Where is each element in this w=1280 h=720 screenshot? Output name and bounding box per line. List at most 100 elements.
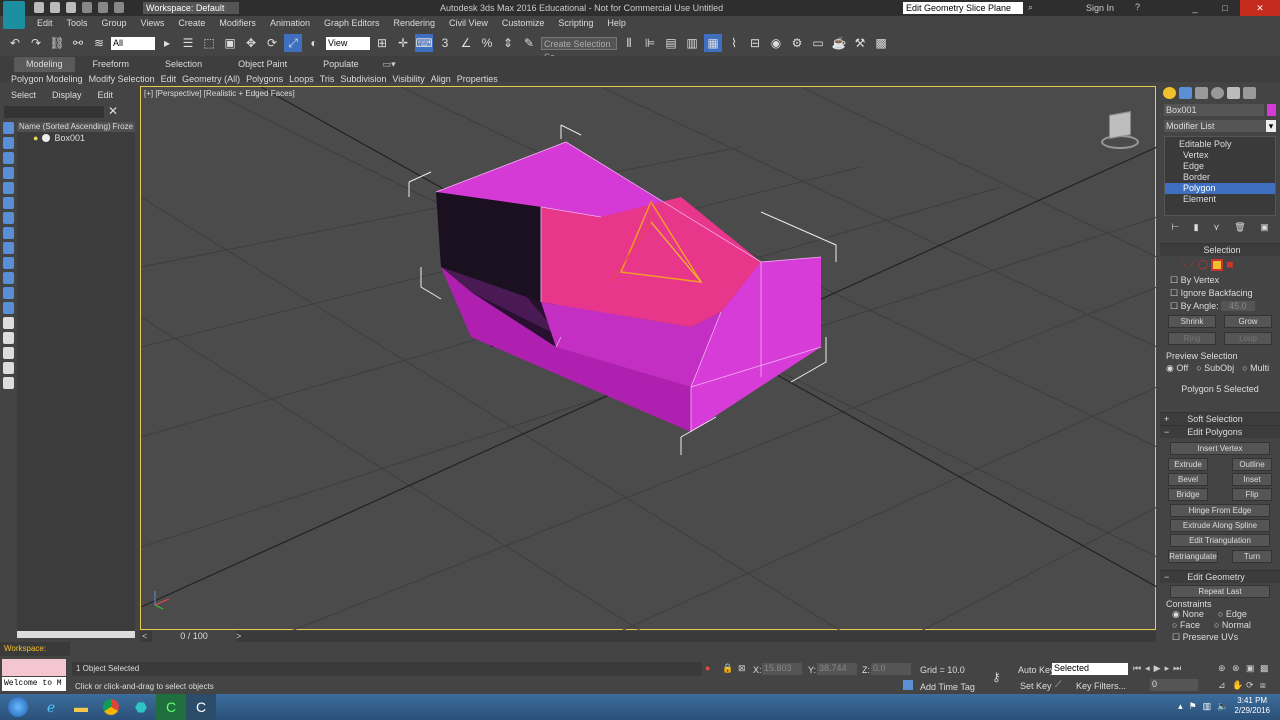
loop-button[interactable]: Loop <box>1224 332 1272 345</box>
filter-none-icon[interactable] <box>3 317 14 329</box>
file-explorer-icon[interactable]: ▬ <box>66 694 96 720</box>
stack-item-edge[interactable]: Edge <box>1165 161 1275 172</box>
network-icon[interactable]: ▥ <box>1203 701 1212 712</box>
filter-geometry-icon[interactable] <box>3 122 14 134</box>
minimize-button[interactable]: _ <box>1180 0 1210 16</box>
ribbon-geometry-all[interactable]: Geometry (All) <box>182 74 240 84</box>
bevel-button[interactable]: Bevel <box>1168 473 1208 486</box>
menu-create[interactable]: Create <box>178 18 205 30</box>
edit-geometry-rollout-header[interactable]: − Edit Geometry <box>1160 570 1280 583</box>
soft-selection-rollout-header[interactable]: + Soft Selection <box>1160 412 1280 425</box>
search-icon[interactable]: ⌕ <box>1028 2 1033 13</box>
layer-icon[interactable]: ▤ <box>662 34 680 52</box>
signin-link[interactable]: Sign In <box>1086 3 1114 13</box>
schematic-icon[interactable]: ⊟ <box>746 34 764 52</box>
filter-frozen-icon[interactable] <box>3 272 14 284</box>
window-crossing-icon[interactable]: ▣ <box>221 34 239 52</box>
menu-graph-editors[interactable]: Graph Editors <box>324 18 380 30</box>
set-key-button[interactable]: Set Key <box>1020 681 1052 691</box>
project-icon[interactable] <box>114 2 124 13</box>
close-button[interactable]: ✕ <box>1240 0 1280 16</box>
ref-coord-dropdown[interactable]: View <box>326 36 370 50</box>
flag-icon[interactable]: ⚑ <box>1189 701 1197 712</box>
filter-xrefs-icon[interactable] <box>3 227 14 239</box>
snap-icon[interactable]: 3 <box>436 34 454 52</box>
explorer-search-input[interactable] <box>4 106 104 118</box>
explorer-tab-select[interactable]: Select <box>11 90 36 100</box>
ribbon-properties[interactable]: Properties <box>457 74 498 84</box>
render-iterative-icon[interactable]: ⚒ <box>851 34 869 52</box>
stack-item-editable-poly[interactable]: Editable Poly <box>1165 139 1275 150</box>
filter-bones-icon[interactable] <box>3 242 14 254</box>
explorer-tab-edit[interactable]: Edit <box>98 90 114 100</box>
viewport[interactable]: [+] [Perspective] [Realistic + Edged Fac… <box>140 86 1157 631</box>
render-icon[interactable]: ☕ <box>830 34 848 52</box>
selection-filter-dropdown[interactable]: All <box>111 36 155 50</box>
time-slider-thumb[interactable]: 0 / 100 <box>152 631 236 642</box>
pan-icon[interactable]: ✋ <box>1232 680 1246 691</box>
key-mode-dropdown[interactable]: Selected <box>1052 663 1128 675</box>
time-slider[interactable]: < 0 / 100 > <box>140 631 1156 642</box>
start-button-icon[interactable] <box>0 694 36 720</box>
save-icon[interactable] <box>66 2 76 13</box>
menu-views[interactable]: Views <box>141 18 165 30</box>
tray-arrow-icon[interactable]: ▴ <box>1178 701 1183 712</box>
ribbon-align[interactable]: Align <box>431 74 451 84</box>
constraint-face-radio[interactable]: ○ Face <box>1172 620 1200 630</box>
menu-tools[interactable]: Tools <box>67 18 88 30</box>
zoom-extents-all-icon[interactable]: ▩ <box>1260 663 1274 674</box>
border-mode-icon[interactable]: ◯ <box>1198 259 1208 271</box>
z-coordinate[interactable]: 0.0 <box>871 663 911 675</box>
zoom-icon[interactable]: ⊕ <box>1218 663 1232 674</box>
funnel-icon[interactable] <box>3 362 14 374</box>
menu-group[interactable]: Group <box>102 18 127 30</box>
filter-invert-icon[interactable] <box>3 332 14 344</box>
tab-freeform[interactable]: Freeform <box>77 57 146 72</box>
set-key-icon[interactable]: ⟋ <box>1055 679 1061 690</box>
by-vertex-checkbox[interactable]: ☐ By Vertex <box>1170 274 1280 287</box>
make-unique-icon[interactable]: ⋎ <box>1213 222 1220 233</box>
ring-button[interactable]: Ring <box>1168 332 1216 345</box>
link-icon[interactable]: ⛓ <box>48 34 66 52</box>
percent-snap-icon[interactable]: % <box>478 34 496 52</box>
mirror-icon[interactable]: ⫴ <box>620 34 638 52</box>
ribbon-icon[interactable]: ▦ <box>704 34 722 52</box>
undo-icon[interactable] <box>82 2 92 13</box>
explorer-scrollbar[interactable] <box>17 631 135 638</box>
menu-animation[interactable]: Animation <box>270 18 310 30</box>
goto-end-icon[interactable]: ⏭ <box>1173 663 1181 674</box>
close-icon[interactable]: ✕ <box>108 104 118 118</box>
open-icon[interactable] <box>50 2 60 13</box>
goto-start-icon[interactable]: ⏮ <box>1133 663 1141 674</box>
3dsmax-taskbar-icon[interactable]: ⬣ <box>126 694 156 720</box>
constraint-none-radio[interactable]: ◉ None <box>1172 609 1204 620</box>
filter-spacewarps-icon[interactable] <box>3 197 14 209</box>
align-icon[interactable]: ⊫ <box>641 34 659 52</box>
shrink-button[interactable]: Shrink <box>1168 315 1216 328</box>
named-selection-dropdown[interactable]: Create Selection Se <box>541 36 617 62</box>
edit-named-sel-icon[interactable]: ✎ <box>520 34 538 52</box>
redo-icon[interactable]: ↷ <box>27 34 45 52</box>
menu-scripting[interactable]: Scripting <box>558 18 593 30</box>
render-setup-icon[interactable]: ⚙ <box>788 34 806 52</box>
rotate-icon[interactable]: ⟳ <box>263 34 281 52</box>
filter-lights-icon[interactable] <box>3 152 14 164</box>
ribbon-toggle-icon[interactable]: ▥ <box>683 34 701 52</box>
by-angle-checkbox[interactable]: ☐ By Angle: 45.0 <box>1170 300 1280 313</box>
column-name-header[interactable]: Name (Sorted Ascending) <box>19 122 111 132</box>
key-icon[interactable]: ⚷ <box>992 670 1001 684</box>
chrome-icon[interactable] <box>96 694 126 720</box>
motion-tab-icon[interactable] <box>1211 87 1224 99</box>
zoom-all-icon[interactable]: ⊗ <box>1232 663 1246 674</box>
stack-item-element[interactable]: Element <box>1165 194 1275 205</box>
display-tab-icon[interactable] <box>1227 87 1240 99</box>
ribbon-visibility[interactable]: Visibility <box>392 74 424 84</box>
constraint-normal-radio[interactable]: ○ Normal <box>1214 620 1251 630</box>
retriangulate-button[interactable]: Retriangulate <box>1168 550 1218 563</box>
lock-icon[interactable]: 🔒 <box>722 663 733 674</box>
modifier-list-dropdown[interactable]: Modifier List ▾ <box>1164 120 1276 132</box>
ribbon-options-icon[interactable]: ▭▾ <box>379 57 400 72</box>
render-frame-icon[interactable]: ▭ <box>809 34 827 52</box>
viewport-label[interactable]: [+] [Perspective] [Realistic + Edged Fac… <box>144 89 295 98</box>
insert-vertex-button[interactable]: Insert Vertex <box>1170 442 1270 455</box>
